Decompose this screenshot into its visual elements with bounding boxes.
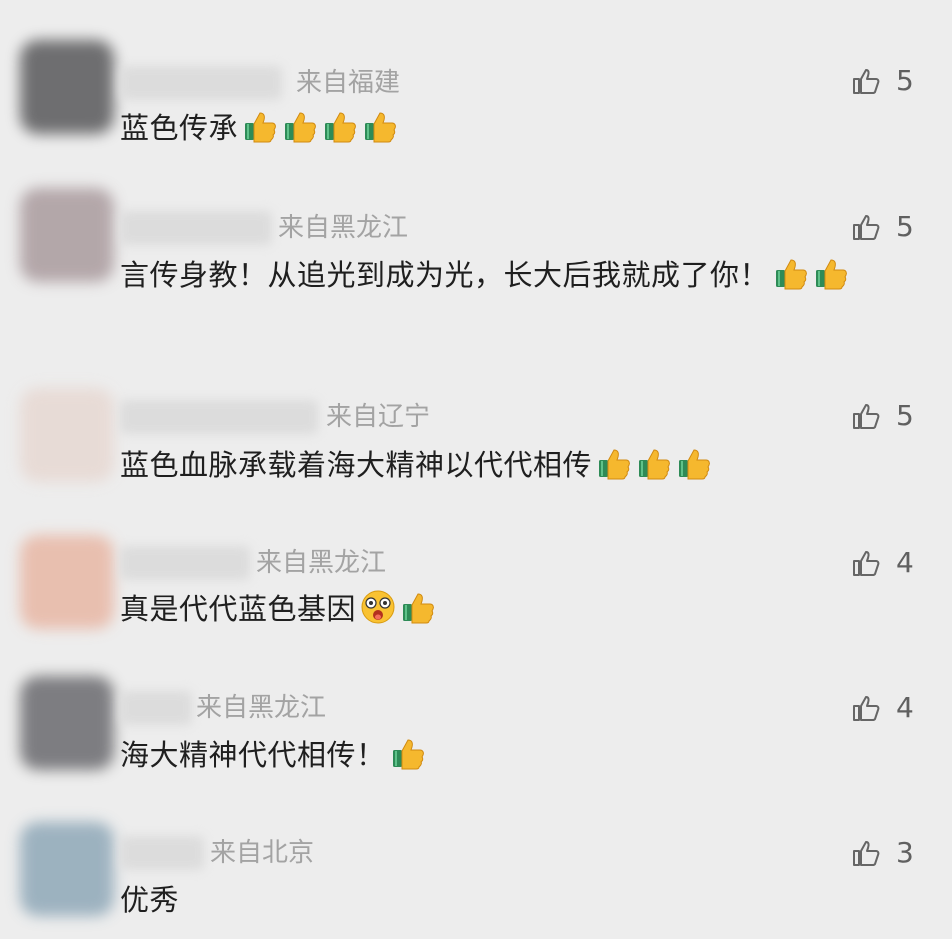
like-count: 5: [896, 64, 914, 97]
user-name[interactable]: [120, 691, 192, 725]
star-struck-icon: [361, 590, 395, 624]
thumbs-up-icon: [285, 112, 316, 143]
like-button[interactable]: 5: [850, 399, 914, 433]
thumbs-up-icon: [679, 449, 710, 480]
avatar[interactable]: [20, 388, 114, 482]
avatar[interactable]: [20, 822, 114, 916]
avatar[interactable]: [20, 676, 114, 770]
like-count: 4: [896, 691, 914, 724]
region-label: 来自黑龙江: [278, 213, 409, 243]
thumbs-up-icon: [245, 112, 276, 143]
thumbs-up-outline-icon: [853, 696, 880, 721]
user-name[interactable]: [120, 66, 282, 100]
thumbs-up-outline-icon: [853, 841, 880, 866]
region-label: 来自福建: [296, 68, 401, 98]
thumbs-up-outline-icon: [853, 404, 880, 429]
comment-text-body: 真是代代蓝色基因: [120, 592, 357, 626]
thumbs-up-icon: [365, 112, 396, 143]
avatar[interactable]: [20, 188, 114, 282]
like-button[interactable]: 3: [850, 836, 914, 870]
comment-text-body: 蓝色传承: [120, 111, 239, 145]
thumbs-up-icon: [325, 112, 356, 143]
comment-text-body: 优秀: [120, 883, 180, 917]
comment-text-body: 海大精神代代相传！: [120, 738, 386, 772]
like-count: 5: [896, 399, 914, 432]
region-label: 来自黑龙江: [196, 693, 327, 723]
user-name[interactable]: [120, 211, 272, 245]
avatar[interactable]: [20, 40, 114, 134]
region-label: 来自北京: [210, 838, 315, 868]
region-label: 来自黑龙江: [256, 548, 387, 578]
like-button[interactable]: 5: [850, 210, 914, 244]
like-count: 3: [896, 836, 914, 869]
like-button[interactable]: 4: [850, 546, 914, 580]
thumbs-up-outline-icon: [853, 69, 880, 94]
like-count: 4: [896, 546, 914, 579]
like-count: 5: [896, 210, 914, 243]
thumbs-up-icon: [816, 259, 847, 290]
comment-text: 蓝色传承: [120, 106, 900, 150]
like-button[interactable]: 5: [850, 64, 914, 98]
comment-text: 言传身教！从追光到成为光，长大后我就成了你！: [120, 253, 900, 297]
comment-text: 优秀: [120, 878, 900, 922]
avatar[interactable]: [20, 535, 114, 629]
thumbs-up-icon: [776, 259, 807, 290]
comment-text: 海大精神代代相传！: [120, 733, 900, 777]
user-name[interactable]: [120, 836, 204, 870]
user-name[interactable]: [120, 400, 318, 434]
like-button[interactable]: 4: [850, 691, 914, 725]
thumbs-up-icon: [403, 593, 434, 624]
thumbs-up-icon: [599, 449, 630, 480]
comment-text-body: 言传身教！从追光到成为光，长大后我就成了你！: [120, 258, 770, 292]
region-label: 来自辽宁: [326, 402, 431, 432]
thumbs-up-outline-icon: [853, 551, 880, 576]
thumbs-up-outline-icon: [853, 215, 880, 240]
comment-text: 蓝色血脉承载着海大精神以代代相传: [120, 443, 900, 487]
comment-text: 真是代代蓝色基因: [120, 587, 900, 631]
thumbs-up-icon: [639, 449, 670, 480]
user-name[interactable]: [120, 546, 250, 580]
thumbs-up-icon: [392, 739, 424, 770]
comment-text-body: 蓝色血脉承载着海大精神以代代相传: [120, 448, 593, 482]
